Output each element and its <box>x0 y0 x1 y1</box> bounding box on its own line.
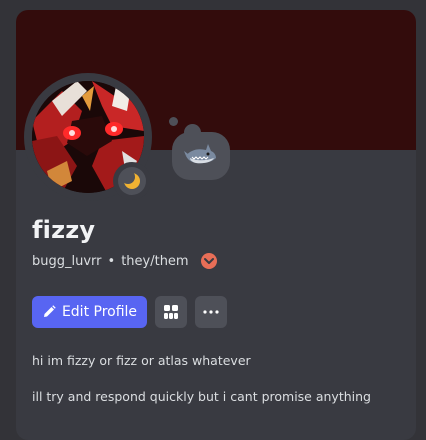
shark-emoji-icon <box>184 144 216 164</box>
more-options-button[interactable] <box>195 296 227 328</box>
profile-meta: bugg_luvrr • they/them <box>32 253 217 269</box>
bio-line: ill try and respond quickly but i cant p… <box>32 389 371 404</box>
edit-profile-label: Edit Profile <box>61 304 138 320</box>
status-bubble-dot <box>169 117 178 126</box>
nitro-badge-icon[interactable] <box>200 253 217 269</box>
meta-separator: • <box>107 253 116 269</box>
bio-line: hi im fizzy or fizz or atlas whatever <box>32 353 251 368</box>
pronouns: they/them <box>121 253 189 269</box>
display-name: fizzy <box>32 216 96 244</box>
idle-status-icon <box>118 167 146 195</box>
custom-status-bubble[interactable] <box>172 132 230 180</box>
pencil-icon <box>43 305 56 317</box>
widgets-button[interactable] <box>155 296 187 328</box>
widgets-icon <box>164 305 178 319</box>
username[interactable]: bugg_luvrr <box>32 254 102 269</box>
edit-profile-button[interactable]: Edit Profile <box>32 296 147 328</box>
more-options-icon <box>203 310 219 314</box>
